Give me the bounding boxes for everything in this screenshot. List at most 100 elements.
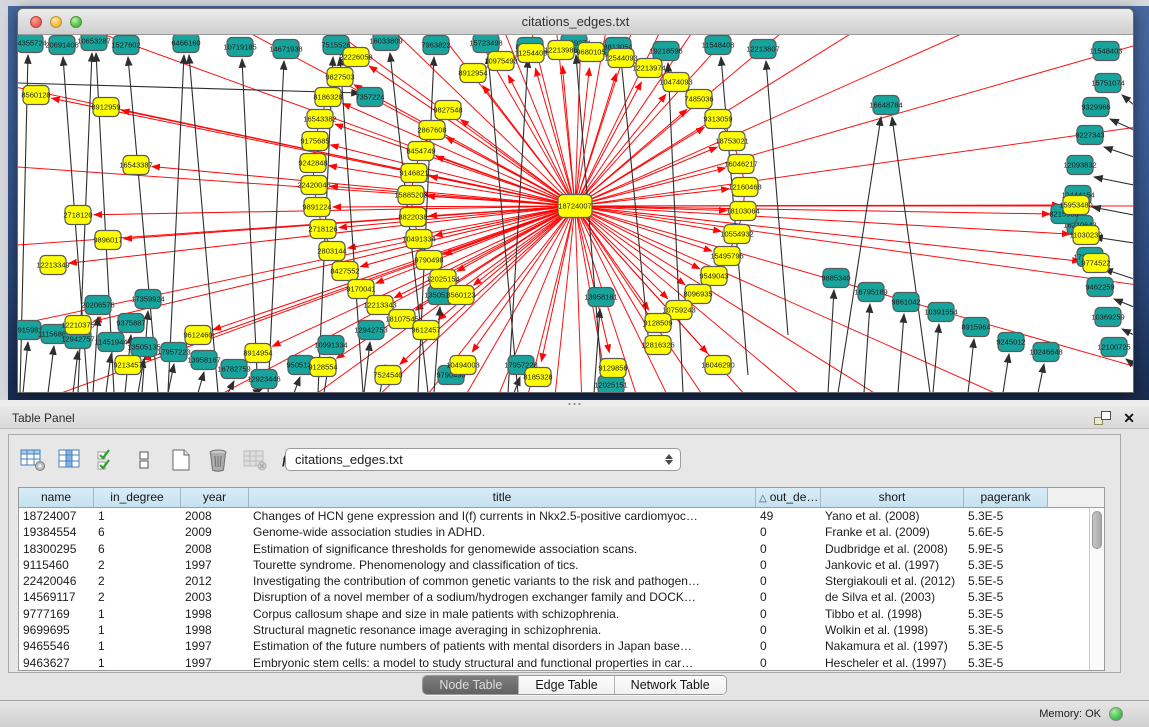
graph-node[interactable]: 2718120 <box>63 206 92 225</box>
cell-in_degree[interactable]: 6 <box>94 541 181 557</box>
network-graph[interactable]: 1435572420691406106532871527602646616010… <box>18 35 1133 393</box>
graph-node[interactable]: 18103064 <box>726 202 759 221</box>
panel-splitter[interactable] <box>0 400 1149 407</box>
graph-node[interactable]: 17359924 <box>131 290 164 309</box>
graph-node[interactable]: 20691406 <box>45 36 78 55</box>
cell-title[interactable]: Embryonic stem cells: a model to study s… <box>249 655 756 671</box>
graph-node[interactable]: 9680105 <box>576 43 605 62</box>
delete-table-icon[interactable] <box>205 448 231 472</box>
graph-node[interactable]: 12923446 <box>247 370 280 389</box>
cell-name[interactable]: 9699695 <box>19 622 94 638</box>
cell-year[interactable]: 1998 <box>181 606 249 622</box>
cell-short[interactable]: Jankovic et al. (1997) <box>821 557 964 573</box>
cell-out_degree[interactable]: 0 <box>756 573 821 589</box>
graph-node[interactable]: 11548403 <box>1090 42 1123 61</box>
graph-node[interactable]: 9896017 <box>93 231 122 250</box>
graph-node[interactable]: 16046217 <box>724 155 757 174</box>
graph-node[interactable]: 13505135 <box>127 338 160 357</box>
graph-node[interactable]: 13958167 <box>187 351 220 370</box>
cell-pagerank[interactable]: 5.3E-5 <box>964 508 1048 524</box>
table-row[interactable]: 1872400712008Changes of HCN gene express… <box>19 508 1104 524</box>
graph-node[interactable]: 9313059 <box>703 110 732 129</box>
cell-in_degree[interactable]: 1 <box>94 655 181 671</box>
graph-node[interactable]: 9790498 <box>414 251 443 270</box>
table-row[interactable]: 969969511998Structural magnetic resonanc… <box>19 622 1104 638</box>
graph-node[interactable]: 16046290 <box>701 356 734 375</box>
cell-pagerank[interactable]: 5.3E-5 <box>964 655 1048 671</box>
cell-name[interactable]: 9465546 <box>19 638 94 654</box>
cell-year[interactable]: 2003 <box>181 589 249 605</box>
cell-short[interactable]: Tibbo et al. (1998) <box>821 606 964 622</box>
graph-node[interactable]: 9213457 <box>113 356 142 375</box>
table-type-tabs[interactable]: Node TableEdge TableNetwork Table <box>422 675 726 695</box>
cell-title[interactable]: Changes of HCN gene expression and I(f) … <box>249 508 756 524</box>
cell-pagerank[interactable]: 5.3E-5 <box>964 557 1048 573</box>
cell-in_degree[interactable]: 2 <box>94 589 181 605</box>
graph-node[interactable]: 16648784 <box>869 96 902 115</box>
graph-node[interactable]: 7485036 <box>684 90 713 109</box>
graph-node[interactable]: 11254409 <box>515 44 548 63</box>
graph-node[interactable]: 8912954 <box>458 64 487 83</box>
graph-node[interactable]: 15723498 <box>469 35 502 53</box>
cell-out_degree[interactable]: 0 <box>756 606 821 622</box>
memory-status-indicator-icon[interactable] <box>1109 707 1123 721</box>
close-panel-icon[interactable]: ✕ <box>1123 412 1135 424</box>
graph-node[interactable]: 15953480 <box>1059 196 1092 215</box>
table-row[interactable]: 1830029562008Estimation of significance … <box>19 541 1104 557</box>
cell-year[interactable]: 2008 <box>181 508 249 524</box>
cell-short[interactable]: Wolkin et al. (1998) <box>821 622 964 638</box>
cell-out_degree[interactable]: 0 <box>756 655 821 671</box>
graph-node[interactable]: 9774522 <box>1081 254 1110 273</box>
column-header-name[interactable]: name <box>19 488 94 507</box>
cell-short[interactable]: Stergiakouli et al. (2012) <box>821 573 964 589</box>
graph-node[interactable]: 10369259 <box>1091 308 1124 327</box>
graph-node[interactable]: 12025151 <box>594 376 627 394</box>
column-header-title[interactable]: title <box>249 488 756 507</box>
cell-in_degree[interactable]: 2 <box>94 573 181 589</box>
cell-out_degree[interactable]: 0 <box>756 622 821 638</box>
graph-node[interactable]: 12213974 <box>632 59 665 78</box>
cell-short[interactable]: Hescheler et al. (1997) <box>821 655 964 671</box>
graph-node[interactable]: 12213807 <box>746 40 779 59</box>
graph-node[interactable]: 10554932 <box>720 225 753 244</box>
graph-node[interactable]: 11548408 <box>702 36 735 55</box>
graph-node[interactable]: 9891224 <box>302 198 331 217</box>
graph-node[interactable]: 16782759 <box>217 360 250 379</box>
table-row[interactable]: 1456911722003Disruption of a novel membe… <box>19 589 1104 605</box>
graph-node[interactable]: 1527602 <box>111 36 140 55</box>
tab-edge-table[interactable]: Edge Table <box>519 676 614 694</box>
graph-node[interactable]: 8185328 <box>523 368 552 387</box>
cell-title[interactable]: Disruption of a novel member of a sodium… <box>249 589 756 605</box>
table-row[interactable]: 911546021997Tourette syndrome. Phenomeno… <box>19 557 1104 573</box>
cell-in_degree[interactable]: 2 <box>94 557 181 573</box>
graph-node[interactable]: 6466160 <box>171 35 200 53</box>
graph-node[interactable]: 17957223 <box>157 343 190 362</box>
graph-node[interactable]: 10246648 <box>1029 343 1062 362</box>
graph-node[interactable]: 8560123 <box>446 286 475 305</box>
graph-node[interactable]: 8912959 <box>91 98 120 117</box>
column-header-in_degree[interactable]: in_degree <box>94 488 181 507</box>
cell-title[interactable]: Tourette syndrome. Phenomenology and cla… <box>249 557 756 573</box>
graph-node[interactable]: 10975493 <box>484 52 517 71</box>
graph-node[interactable]: 18753021 <box>715 132 748 151</box>
table-row[interactable]: 1938455462009Genome-wide association stu… <box>19 524 1104 540</box>
graph-node[interactable]: 15751074 <box>1091 74 1124 93</box>
splitter-grip-icon[interactable] <box>567 402 583 406</box>
graph-node[interactable]: 12160468 <box>728 178 761 197</box>
cell-year[interactable]: 2008 <box>181 541 249 557</box>
cell-out_degree[interactable]: 0 <box>756 557 821 573</box>
row-options-icon[interactable] <box>131 448 157 472</box>
graph-node[interactable]: 16543382 <box>303 110 336 129</box>
cell-in_degree[interactable]: 1 <box>94 508 181 524</box>
cell-out_degree[interactable]: 0 <box>756 524 821 540</box>
table-row[interactable]: 2242004622012Investigating the contribut… <box>19 573 1104 589</box>
graph-node[interactable]: 15885203 <box>394 186 427 205</box>
cell-name[interactable]: 18724007 <box>19 508 94 524</box>
cell-name[interactable]: 14569117 <box>19 589 94 605</box>
graph-node[interactable]: 2803144 <box>317 242 346 261</box>
graph-node[interactable]: 8822038 <box>398 208 427 227</box>
cell-pagerank[interactable]: 5.3E-5 <box>964 638 1048 654</box>
cell-title[interactable]: Estimation of the future numbers of pati… <box>249 638 756 654</box>
graph-node[interactable]: 10991334 <box>314 336 347 355</box>
cell-short[interactable]: Franke et al. (2009) <box>821 524 964 540</box>
